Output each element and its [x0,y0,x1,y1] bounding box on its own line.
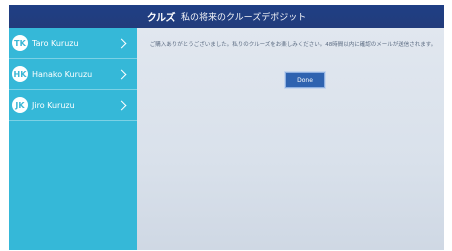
main-content: ご購入ありがとうございました。私りのクルーズをお楽しみください。48時間以内に確… [137,28,444,250]
sidebar: TK Taro Kuruzu HK Hanako Kuruzu JK Jiro … [9,28,137,250]
done-button[interactable]: Done [284,71,326,89]
chevron-right-icon [116,38,127,48]
chevron-right-icon [116,100,127,110]
sidebar-item-label: Jiro Kuruzu [32,100,75,110]
page-title: 私の将来のクルーズデポジット [180,13,307,23]
avatar: TK [12,35,28,51]
confirmation-message: ご購入ありがとうございました。私りのクルーズをお楽しみください。48時間以内に確… [149,42,437,48]
sidebar-item-label: Taro Kuruzu [32,38,79,48]
chevron-right-icon [116,69,127,79]
app-header: クルズ 私の将来のクルーズデポジット [9,5,444,28]
sidebar-item-jiro-kuruzu[interactable]: JK Jiro Kuruzu [9,90,137,121]
brand-logo: クルズ [146,13,176,24]
sidebar-item-taro-kuruzu[interactable]: TK Taro Kuruzu [9,28,137,59]
sidebar-item-label: Hanako Kuruzu [32,69,93,79]
avatar: HK [12,66,28,82]
avatar: JK [12,97,28,113]
sidebar-item-hanako-kuruzu[interactable]: HK Hanako Kuruzu [9,59,137,90]
app-screen: クルズ 私の将来のクルーズデポジット TK Taro Kuruzu HK Han… [9,5,444,250]
device-frame: クルズ 私の将来のクルーズデポジット TK Taro Kuruzu HK Han… [0,0,452,251]
